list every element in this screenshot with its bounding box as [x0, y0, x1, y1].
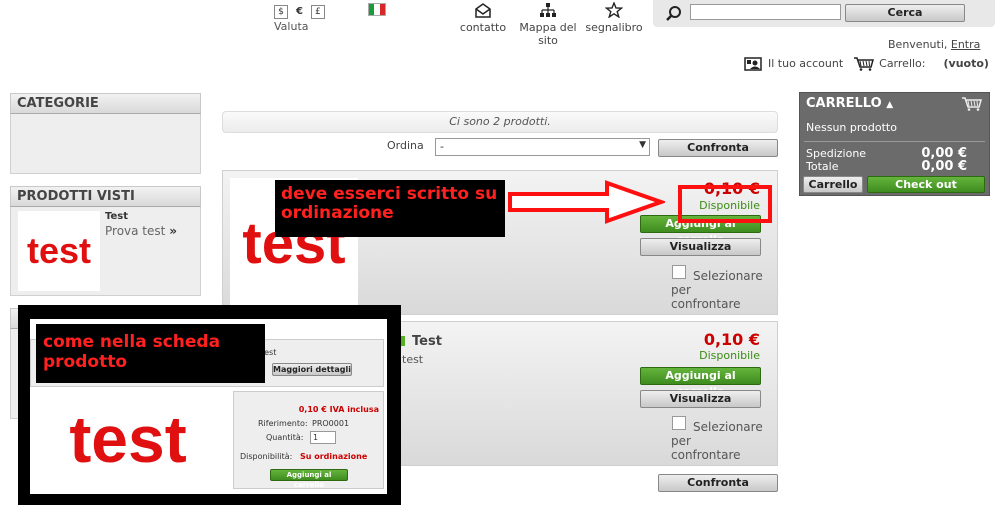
annotation-note-1: deve esserci scritto su ordinazione — [275, 180, 505, 237]
bookmark-label: segnalibro — [585, 21, 643, 34]
expand-arrow-icon: ▲ — [886, 100, 894, 110]
sitemap-icon — [540, 3, 556, 17]
annotation-note-2: come nella scheda prodotto — [36, 324, 265, 383]
login-link[interactable]: Entra — [951, 38, 981, 51]
sitemap-label: Mappa del sito — [519, 21, 577, 47]
currency-euro[interactable]: € — [294, 6, 306, 18]
cart-total-label: Totale — [806, 160, 839, 173]
inset-details-button[interactable]: Maggiori dettagli — [272, 363, 352, 376]
bookmark-link[interactable]: segnalibro — [583, 1, 645, 34]
inset-ref-label: Riferimento: — [258, 419, 308, 428]
product-2-desc: test — [402, 353, 424, 366]
inset-screenshot-frame: test Maggiori dettagli test 0,10 € IVA i… — [18, 305, 401, 505]
cart-block: CARRELLO ▲ Nessun prodotto Spedizione 0,… — [799, 92, 990, 196]
currency-selector: $ € £ — [274, 4, 325, 19]
sitemap-link[interactable]: Mappa del sito — [517, 2, 579, 47]
currency-dollar[interactable]: $ — [274, 5, 288, 19]
cart-total-value: 0,00 € — [921, 159, 967, 174]
annotation-highlight-box — [678, 185, 772, 223]
inset-avail-value: Su ordinazione — [300, 452, 368, 461]
envelope-icon — [475, 3, 491, 18]
currency-label: Valuta — [274, 20, 309, 33]
product-2-compare-label: Selezionare per confrontare — [671, 420, 763, 462]
product-2-name[interactable]: Test — [412, 334, 442, 349]
inset-buy-panel: 0,10 € IVA inclusa Riferimento: PRO0001 … — [233, 391, 384, 489]
inset-ref-value: PRO0001 — [312, 419, 350, 428]
viewed-products-box: test Test Prova test » — [10, 207, 201, 296]
viewed-product-name[interactable]: Test — [105, 211, 128, 222]
product-1-compare-label: Selezionare per confrontare — [671, 269, 763, 311]
account-link[interactable]: Il tuo account — [768, 57, 843, 70]
cart-block-icon — [962, 97, 982, 111]
contact-label: contatto — [459, 21, 507, 34]
welcome-text: Benvenuti, — [888, 38, 948, 51]
inset-avail-label: Disponibilità: — [240, 452, 293, 461]
double-chevron-icon: » — [169, 224, 177, 238]
categories-title: CATEGORIE — [10, 93, 201, 114]
viewed-product-desc-text: Prova test — [105, 224, 166, 238]
italian-flag-icon[interactable] — [368, 3, 386, 16]
star-icon — [604, 1, 624, 19]
product-count-text: Ci sono 2 prodotti. — [449, 115, 551, 128]
cart-icon — [854, 57, 875, 71]
sort-select-value: - — [440, 140, 444, 153]
search-button[interactable]: Cerca — [845, 4, 965, 22]
compare-button-top[interactable]: Confronta — [658, 139, 778, 157]
inset-price: 0,10 € IVA inclusa — [298, 405, 379, 414]
product-1-view-button[interactable]: Visualizza — [640, 238, 761, 256]
product-2-add-to-cart-button[interactable]: Aggiungi al carrello — [640, 367, 761, 398]
viewed-product-image[interactable]: test — [18, 211, 100, 291]
search-icon[interactable] — [665, 5, 682, 22]
cart-header-value[interactable]: (vuoto) — [944, 57, 989, 70]
annotation-arrow — [508, 180, 665, 224]
currency-pound[interactable]: £ — [311, 5, 325, 19]
inset-add-to-cart-button[interactable]: Aggiungi al carrello — [270, 469, 348, 489]
inset-qty-input[interactable]: 1 — [310, 431, 336, 444]
product-2-availability: Disponibile — [699, 349, 760, 362]
compare-button-bottom[interactable]: Confronta — [658, 474, 778, 492]
user-nav: Il tuo account Carrello: (vuoto) — [744, 56, 989, 71]
cart-view-button[interactable]: Carrello — [803, 176, 863, 193]
cart-empty-text: Nessun prodotto — [806, 121, 897, 134]
inset-qty-label: Quantità: — [266, 433, 304, 442]
search-bar: Cerca — [653, 0, 995, 27]
cart-divider — [804, 141, 985, 142]
cart-block-title-text: CARRELLO — [806, 96, 882, 111]
inset-product-image: test — [30, 387, 226, 491]
chevron-down-icon: ▼ — [639, 140, 646, 150]
cart-block-title[interactable]: CARRELLO ▲ — [806, 96, 893, 111]
welcome-line: Benvenuti, Entra — [888, 38, 980, 51]
product-2-price: 0,10 € — [703, 330, 760, 349]
account-icon — [744, 57, 762, 71]
categories-box — [10, 114, 201, 174]
search-input[interactable] — [690, 4, 841, 20]
cart-shipping-label: Spedizione — [806, 147, 867, 160]
contact-link[interactable]: contatto — [455, 2, 511, 34]
product-count-bar: Ci sono 2 prodotti. — [222, 111, 778, 133]
cart-header-label[interactable]: Carrello: — [879, 57, 925, 70]
sort-select[interactable]: - ▼ — [435, 138, 650, 156]
product-2-view-button[interactable]: Visualizza — [640, 390, 761, 408]
viewed-product-desc[interactable]: Prova test » — [105, 224, 177, 238]
sort-label: Ordina — [387, 139, 424, 152]
viewed-products-title: PRODOTTI VISTI — [10, 186, 201, 207]
checkout-button[interactable]: Check out — [867, 176, 985, 193]
